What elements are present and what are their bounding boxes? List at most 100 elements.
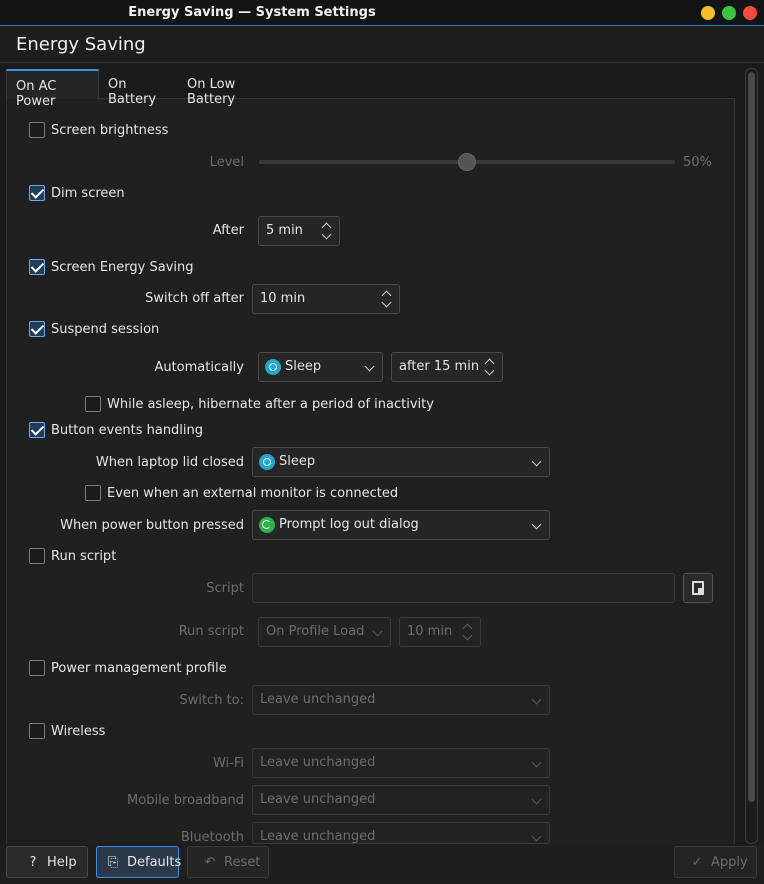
apply-button[interactable]: ✓ Apply [674,846,757,878]
switch-off-after-spinbox[interactable]: 10 min [252,284,400,314]
open-file-icon [692,581,704,595]
button-events-checkbox[interactable] [29,422,45,438]
pm-switch-to-label: Switch to: [179,693,244,708]
spin-arrows-icon[interactable] [381,288,392,310]
run-script-when-combo[interactable]: On Profile Load [258,617,391,647]
checkmark-icon: ✓ [691,855,703,870]
window-title: Energy Saving — System Settings [128,5,376,20]
defaults-label: Defaults [127,855,182,870]
hibernate-checkbox[interactable] [85,396,101,412]
power-button-value: Prompt log out dialog [279,517,419,532]
brightness-slider-handle[interactable] [458,153,476,171]
external-monitor-checkbox[interactable] [85,485,101,501]
screen-energy-saving-checkbox[interactable] [29,259,45,275]
lid-closed-label: When laptop lid closed [95,455,244,470]
script-path-label: Script [206,581,244,596]
suspend-after-spinbox[interactable]: after 15 min [391,352,503,382]
chevron-down-icon [531,456,542,467]
lid-closed-value: Sleep [279,454,316,469]
window-titlebar: Energy Saving — System Settings [0,0,764,26]
dim-screen-checkbox[interactable] [29,185,45,201]
wifi-value: Leave unchanged [260,755,376,770]
power-button-combo[interactable]: Prompt log out dialog [252,510,550,540]
screen-energy-saving-label: Screen Energy Saving [51,260,194,275]
tab-on-low-battery[interactable]: On Low Battery [178,69,286,107]
logout-icon [259,517,275,533]
lid-closed-combo[interactable]: Sleep [252,447,550,477]
run-script-label: Run script [51,549,117,564]
suspend-action-value: Sleep [285,359,322,374]
spin-arrows-icon[interactable] [484,356,495,378]
mobile-broadband-combo[interactable]: Leave unchanged [252,785,550,815]
mobile-broadband-value: Leave unchanged [260,792,376,807]
run-script-after-value: 10 min [407,624,453,639]
defaults-icon: ⎘ [107,855,119,870]
sleep-icon [259,454,275,470]
chevron-down-icon [372,626,383,637]
defaults-button[interactable]: ⎘ Defaults [96,846,182,878]
suspend-session-label: Suspend session [51,322,160,337]
mobile-broadband-label: Mobile broadband [127,793,244,808]
suspend-after-value: after 15 min [399,359,480,374]
screen-brightness-label: Screen brightness [51,123,169,138]
reset-button[interactable]: ↶ Reset [187,846,269,878]
screen-brightness-checkbox[interactable] [29,122,45,138]
chevron-down-icon [364,361,375,372]
hibernate-label: While asleep, hibernate after a period o… [107,397,434,412]
question-icon: ? [29,855,37,870]
chevron-down-icon [531,519,542,530]
apply-label: Apply [711,855,748,870]
tab-on-battery[interactable]: On Battery [99,69,179,107]
chevron-down-icon [531,794,542,805]
dim-after-value: 5 min [266,223,303,238]
dim-after-label: After [212,223,244,238]
wifi-combo[interactable]: Leave unchanged [252,748,550,778]
wifi-label: Wi-Fi [212,756,244,771]
help-button[interactable]: ? Help [6,846,88,878]
help-label: Help [47,855,77,870]
maximize-button[interactable] [722,6,736,20]
spin-arrows-icon[interactable] [321,220,332,242]
suspend-session-checkbox[interactable] [29,321,45,337]
spin-arrows-icon[interactable] [462,621,473,643]
pm-profile-label: Power management profile [51,661,227,676]
footer-bar: ? Help ⎘ Defaults ↶ Reset ✓ Apply [0,844,764,884]
run-script-after-spinbox[interactable]: 10 min [399,617,481,647]
tab-on-ac-power[interactable]: On AC Power [6,69,99,109]
script-path-input[interactable] [252,573,675,603]
brightness-level-value: 50% [683,155,712,170]
button-events-label: Button events handling [51,423,204,438]
pm-profile-checkbox[interactable] [29,660,45,676]
browse-script-button[interactable] [683,573,713,603]
bluetooth-combo[interactable]: Leave unchanged [252,822,550,844]
dim-after-spinbox[interactable]: 5 min [258,216,340,246]
brightness-level-label: Level [209,155,244,170]
chevron-down-icon [531,694,542,705]
page-title: Energy Saving [16,34,146,55]
chevron-down-icon [531,831,542,842]
suspend-action-combo[interactable]: Sleep [258,352,383,382]
dim-screen-label: Dim screen [51,186,125,201]
close-button[interactable] [743,6,757,20]
power-button-label: When power button pressed [60,518,244,533]
sleep-icon [265,359,281,375]
tab-panel [6,98,735,858]
undo-icon: ↶ [204,855,216,870]
scrollbar-thumb[interactable] [748,72,755,802]
external-monitor-label: Even when an external monitor is connect… [107,486,399,501]
switch-off-after-value: 10 min [260,291,306,306]
reset-label: Reset [224,855,261,870]
page-header: Energy Saving [0,27,764,63]
bluetooth-value: Leave unchanged [260,829,376,844]
pm-switch-to-combo[interactable]: Leave unchanged [252,685,550,715]
pm-switch-to-value: Leave unchanged [260,692,376,707]
chevron-down-icon [531,757,542,768]
bluetooth-label: Bluetooth [180,830,244,845]
switch-off-after-label: Switch off after [145,291,244,306]
run-script-when-label: Run script [178,624,244,639]
minimize-button[interactable] [701,6,715,20]
wireless-checkbox[interactable] [29,723,45,739]
run-script-checkbox[interactable] [29,548,45,564]
vertical-scrollbar[interactable] [745,68,758,844]
automatically-label: Automatically [154,360,244,375]
